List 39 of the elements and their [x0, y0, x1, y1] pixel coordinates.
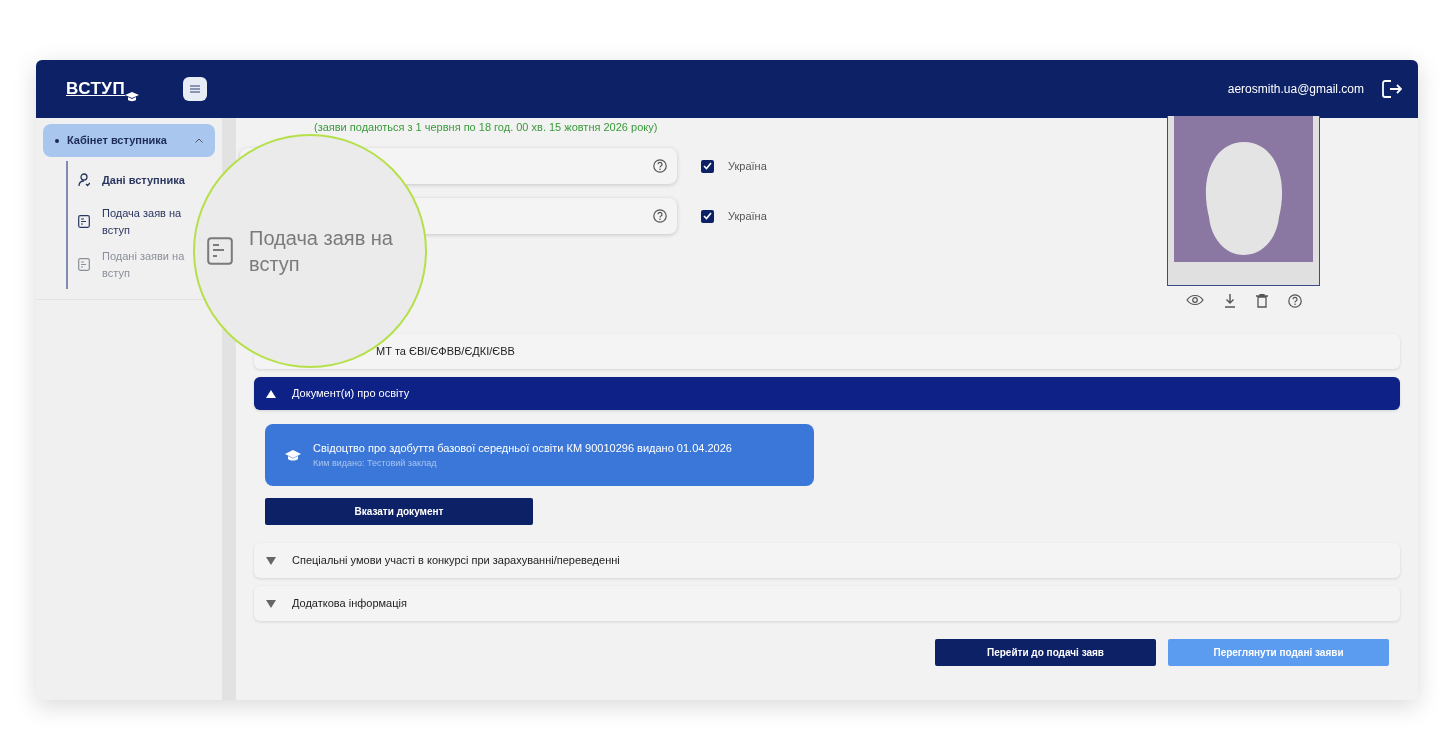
- magnified-label: Подача заяв на вступ: [249, 226, 394, 277]
- person-icon: [78, 173, 90, 187]
- accordion-header[interactable]: Спеціальні умови участі в конкурсі при зарахуванні/переведенні: [254, 543, 1400, 578]
- logout-icon[interactable]: [1382, 80, 1402, 98]
- availability-note: (заяви подаються з 1 червня по 18 год. 00 хв. 15 жовтня 2026 року): [313, 120, 659, 135]
- document-issuer: Ким видано: Тестовий заклад: [313, 456, 438, 470]
- menu-icon: [190, 85, 201, 93]
- help-icon[interactable]: [653, 159, 667, 173]
- checkbox[interactable]: [701, 209, 714, 223]
- checkbox-label: Україна: [728, 208, 767, 224]
- graduation-cap-icon: [125, 91, 140, 102]
- checkbox-label: Україна: [728, 158, 767, 174]
- document-icon: [207, 237, 233, 265]
- help-icon[interactable]: [653, 209, 667, 223]
- accordion-header[interactable]: Документ(и) про освіту: [254, 377, 1400, 410]
- chevron-up-icon: [195, 138, 203, 143]
- accordion-header[interactable]: Додаткова інформація: [254, 586, 1400, 621]
- user-email: aerosmith.ua@gmail.com: [1227, 81, 1364, 98]
- logo-text: ВСТУП: [66, 78, 126, 101]
- graduation-cap-icon: [285, 449, 301, 461]
- sidebar-group[interactable]: Кабінет вступника: [43, 124, 215, 157]
- download-icon[interactable]: [1223, 294, 1236, 308]
- document-card[interactable]: Свідоцтво про здобуття базової середньої освіти КМ 90010296 видано 01.04.2026 Ким видано: Тестовий заклад: [265, 424, 814, 486]
- eye-icon[interactable]: [1185, 294, 1204, 306]
- add-document-button[interactable]: Вказати документ: [265, 498, 533, 525]
- checkbox[interactable]: [701, 159, 714, 173]
- caret-down-icon[interactable]: [266, 556, 276, 565]
- document-icon: [78, 215, 90, 228]
- sidebar-item[interactable]: Дані вступника: [78, 165, 215, 195]
- sidebar-item[interactable]: Подача заяв на вступ: [78, 205, 215, 238]
- menu-button[interactable]: [183, 77, 208, 101]
- document-title: Свідоцтво про здобуття базової середньої освіти КМ 90010296 видано 01.04.2026: [313, 441, 732, 456]
- accordion-header[interactable]: МТ та ЄВІ/ЄФВВ/ЄДКІ/ЄВВ: [254, 334, 1400, 369]
- caret-up-icon[interactable]: [266, 389, 276, 398]
- caret-down-icon[interactable]: [266, 599, 276, 608]
- help-icon[interactable]: [1287, 294, 1302, 308]
- document-icon: [78, 258, 90, 271]
- action-button[interactable]: Перейти до подачі заяв: [935, 639, 1156, 666]
- trash-icon[interactable]: [1255, 294, 1268, 308]
